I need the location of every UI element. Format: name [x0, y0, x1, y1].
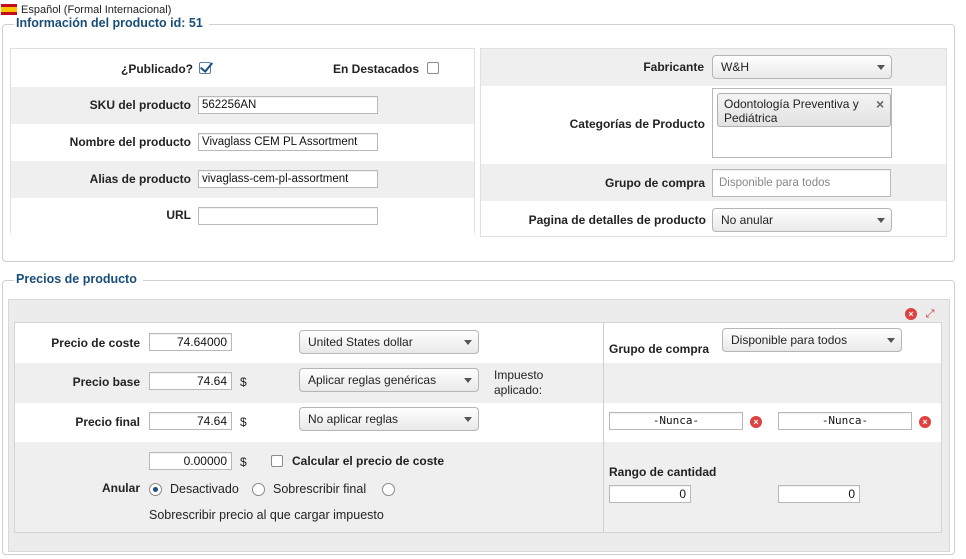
quantity-to-input[interactable]: 0 — [778, 485, 860, 503]
cost-price-label: Precio de coste — [51, 336, 140, 350]
base-rule-select[interactable]: Aplicar reglas genéricas — [299, 368, 479, 392]
published-checkbox[interactable] — [199, 62, 211, 74]
close-icon[interactable]: × — [905, 308, 917, 320]
chevron-down-icon — [464, 340, 472, 345]
tax-applied-label-line2: aplicado: — [494, 383, 543, 397]
override-currency-symbol: $ — [240, 455, 247, 469]
override-label: Anular — [101, 481, 140, 495]
clear-date-from-icon[interactable]: × — [750, 416, 762, 428]
expand-icon[interactable]: ⤢ — [924, 308, 936, 320]
manufacturer-select[interactable]: W&H — [712, 55, 892, 79]
language-label: Español (Formal Internacional) — [21, 4, 172, 16]
final-rule-select[interactable]: No aplicar reglas — [299, 407, 479, 431]
sku-label: SKU del producto — [89, 98, 191, 112]
base-currency-symbol: $ — [240, 375, 247, 389]
category-tag: Odontología Preventiva y Pediátrica × — [717, 93, 891, 127]
chevron-down-icon — [464, 417, 472, 422]
override-price-input[interactable]: 0.00000 — [149, 452, 232, 470]
prices-legend: Precios de producto — [14, 272, 143, 286]
override-tax-radio[interactable] — [382, 483, 395, 496]
chevron-down-icon — [877, 218, 885, 223]
details-page-label: Pagina de detalles de producto — [528, 213, 706, 227]
featured-checkbox[interactable] — [427, 62, 439, 74]
base-rule-select-value: Aplicar reglas genéricas — [308, 373, 437, 387]
cost-price-input[interactable]: 74.64000 — [149, 333, 232, 351]
featured-label: En Destacados — [333, 62, 420, 76]
final-price-label: Precio final — [75, 415, 140, 429]
currency-select-value: United States dollar — [308, 335, 413, 349]
final-currency-symbol: $ — [240, 415, 247, 429]
categories-multiselect[interactable]: Odontología Preventiva y Pediátrica × — [712, 88, 892, 158]
calc-cost-label: Calcular el precio de coste — [292, 454, 445, 468]
shopper-group-label: Grupo de compra — [604, 176, 705, 190]
product-info-legend: Información del producto id: 51 — [14, 16, 209, 30]
url-input[interactable] — [198, 207, 378, 225]
currency-select[interactable]: United States dollar — [299, 330, 479, 354]
base-price-label: Precio base — [72, 375, 140, 389]
price-shopper-group-label: Grupo de compra — [609, 342, 710, 356]
category-remove-icon[interactable]: × — [876, 96, 884, 112]
price-shopper-group-value: Disponible para todos — [731, 333, 848, 347]
categories-label: Categorías de Producto — [569, 117, 705, 131]
clear-date-to-icon[interactable]: × — [919, 416, 931, 428]
spain-flag-icon — [1, 4, 17, 15]
price-shopper-group-select[interactable]: Disponible para todos — [722, 328, 902, 352]
chevron-down-icon — [464, 378, 472, 383]
product-alias-input[interactable]: vivaglass-cem-pl-assortment — [198, 170, 378, 188]
calc-cost-checkbox[interactable] — [271, 455, 283, 467]
chevron-down-icon — [877, 65, 885, 70]
override-final-label: Sobrescribir final — [273, 482, 367, 496]
manufacturer-select-value: W&H — [721, 60, 749, 74]
override-tax-text: Sobrescribir precio al que cargar impues… — [149, 508, 384, 522]
chevron-down-icon — [887, 338, 895, 343]
date-to-input[interactable]: -Nunca- — [778, 412, 912, 430]
product-name-input[interactable]: Vivaglass CEM PL Assortment — [198, 133, 378, 151]
url-label: URL — [166, 208, 191, 222]
category-tag-label: Odontología Preventiva y Pediátrica — [724, 97, 859, 125]
override-disabled-label: Desactivado — [170, 482, 239, 496]
details-page-select-value: No anular — [721, 213, 774, 227]
product-alias-label: Alias de producto — [89, 172, 191, 186]
product-name-label: Nombre del producto — [69, 135, 191, 149]
details-page-select[interactable]: No anular — [712, 208, 892, 232]
date-from-input[interactable]: -Nunca- — [609, 412, 743, 430]
tax-applied-label-line1: Impuesto — [494, 368, 544, 382]
final-rule-select-value: No aplicar reglas — [308, 412, 399, 426]
base-price-input[interactable]: 74.64 — [149, 372, 232, 390]
sku-input[interactable]: 562256AN — [198, 96, 378, 114]
final-price-input[interactable]: 74.64 — [149, 412, 232, 430]
manufacturer-label: Fabricante — [643, 60, 704, 74]
quantity-range-label: Rango de cantidad — [609, 465, 717, 479]
override-disabled-radio[interactable] — [149, 483, 162, 496]
shopper-group-input[interactable]: Disponible para todos — [712, 169, 891, 197]
quantity-from-input[interactable]: 0 — [609, 485, 691, 503]
published-label: ¿Publicado? — [121, 62, 193, 76]
override-final-radio[interactable] — [252, 483, 265, 496]
